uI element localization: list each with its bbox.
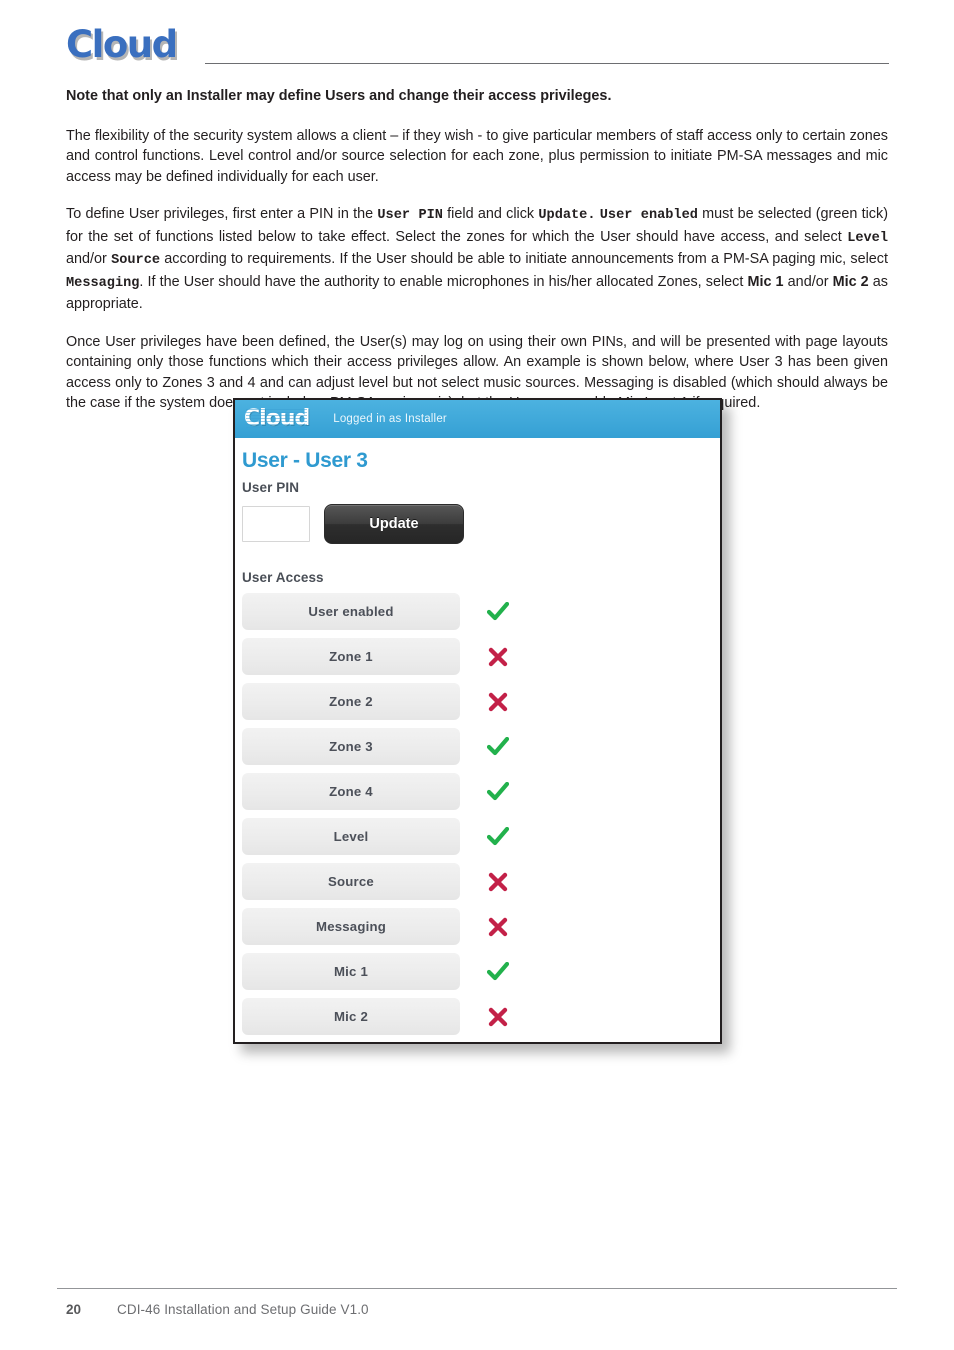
access-row: Zone 1 bbox=[242, 638, 720, 675]
text-run: field and click bbox=[442, 206, 539, 222]
access-pill-zone-1[interactable]: Zone 1 bbox=[242, 638, 460, 675]
ui-cloud-logo: Cloud bbox=[244, 406, 310, 431]
ui-page-title: User - User 3 bbox=[242, 449, 368, 472]
check-icon-toggle[interactable] bbox=[478, 781, 518, 802]
footer-page-number: 20 bbox=[66, 1302, 82, 1317]
access-pill-mic-2[interactable]: Mic 2 bbox=[242, 998, 460, 1035]
paragraph-p-flexibility: The flexibility of the security system a… bbox=[66, 126, 888, 188]
text-run: Update. bbox=[538, 208, 596, 223]
check-icon-toggle[interactable] bbox=[478, 736, 518, 757]
text-run: Level bbox=[847, 230, 888, 246]
text-run: Note that only an Installer may define U… bbox=[66, 88, 612, 104]
access-row: Zone 2 bbox=[242, 683, 720, 720]
access-pill-zone-2[interactable]: Zone 2 bbox=[242, 683, 460, 720]
page-footer: 20 CDI-46 Installation and Setup Guide V… bbox=[0, 1280, 954, 1350]
update-button[interactable]: Update bbox=[324, 504, 464, 544]
ui-login-status: Logged in as Installer bbox=[333, 413, 447, 425]
access-row: Mic 1 bbox=[242, 953, 720, 990]
access-row: Level bbox=[242, 818, 720, 855]
access-pill-mic-1[interactable]: Mic 1 bbox=[242, 953, 460, 990]
check-icon bbox=[487, 961, 509, 980]
access-pill-user-enabled[interactable]: User enabled bbox=[242, 593, 460, 630]
access-row: Mic 2 bbox=[242, 998, 720, 1035]
check-icon bbox=[487, 826, 509, 845]
cross-icon bbox=[488, 1007, 508, 1026]
text-run: . If the User should have the authority … bbox=[139, 273, 748, 290]
cross-icon bbox=[488, 647, 508, 666]
text-run: Source bbox=[111, 253, 161, 268]
cross-icon-toggle[interactable] bbox=[478, 647, 518, 667]
cdi46-web-ui-screenshot: Cloud Logged in as Installer User - User… bbox=[233, 398, 722, 1044]
cross-icon bbox=[488, 917, 508, 936]
user-pin-input[interactable] bbox=[242, 506, 310, 542]
check-icon bbox=[487, 736, 509, 755]
access-pill-source[interactable]: Source bbox=[242, 863, 460, 900]
access-pill-zone-4[interactable]: Zone 4 bbox=[242, 773, 460, 810]
text-run: The flexibility of the security system a… bbox=[66, 127, 888, 185]
user-access-list: User enabled Zone 1 Zone 2 Zone 3 Zone 4 Leve… bbox=[242, 593, 720, 1035]
cross-icon-toggle[interactable] bbox=[478, 917, 518, 937]
cloud-logo-text: Cloud bbox=[66, 23, 178, 66]
access-pill-level[interactable]: Level bbox=[242, 818, 460, 855]
pin-row: Update bbox=[242, 504, 720, 544]
footer-divider-rule bbox=[57, 1288, 897, 1289]
text-run: User PIN bbox=[377, 208, 443, 223]
access-pill-zone-3[interactable]: Zone 3 bbox=[242, 728, 460, 765]
text-run: To define User privileges, first enter a… bbox=[66, 206, 378, 222]
text-run: Mic 2 bbox=[832, 273, 869, 290]
ui-topbar: Cloud Logged in as Installer bbox=[235, 400, 720, 438]
page-header: Cloud bbox=[0, 0, 954, 80]
user-access-label: User Access bbox=[242, 570, 324, 585]
cross-icon bbox=[488, 692, 508, 711]
access-row: Zone 4 bbox=[242, 773, 720, 810]
text-run: and/or bbox=[783, 273, 833, 290]
document-body: Note that only an Installer may define U… bbox=[66, 86, 888, 431]
check-icon-toggle[interactable] bbox=[478, 601, 518, 622]
check-icon bbox=[487, 601, 509, 620]
access-pill-messaging[interactable]: Messaging bbox=[242, 908, 460, 945]
cross-icon-toggle[interactable] bbox=[478, 872, 518, 892]
access-row: Source bbox=[242, 863, 720, 900]
cross-icon bbox=[488, 872, 508, 891]
paragraph-p-define: To define User privileges, first enter a… bbox=[66, 204, 888, 315]
text-run: and/or bbox=[66, 251, 112, 267]
access-row: Zone 3 bbox=[242, 728, 720, 765]
check-icon-toggle[interactable] bbox=[478, 961, 518, 982]
cloud-logo: Cloud bbox=[66, 24, 206, 66]
cross-icon-toggle[interactable] bbox=[478, 692, 518, 712]
text-run: according to requirements. If the User s… bbox=[160, 251, 888, 267]
access-row: User enabled bbox=[242, 593, 720, 630]
header-divider-rule bbox=[205, 63, 889, 64]
check-icon bbox=[487, 781, 509, 800]
ui-body: User - User 3 User PIN Update User Acces… bbox=[235, 438, 720, 1035]
cross-icon-toggle[interactable] bbox=[478, 1007, 518, 1027]
footer-document-title: CDI-46 Installation and Setup Guide V1.0 bbox=[117, 1302, 369, 1317]
text-run: User enabled bbox=[599, 208, 698, 223]
text-run: Messaging bbox=[66, 275, 140, 291]
paragraph-p-note: Note that only an Installer may define U… bbox=[66, 86, 888, 107]
text-run: Mic 1 bbox=[747, 273, 784, 290]
check-icon-toggle[interactable] bbox=[478, 826, 518, 847]
access-row: Messaging bbox=[242, 908, 720, 945]
user-pin-label: User PIN bbox=[242, 480, 300, 495]
